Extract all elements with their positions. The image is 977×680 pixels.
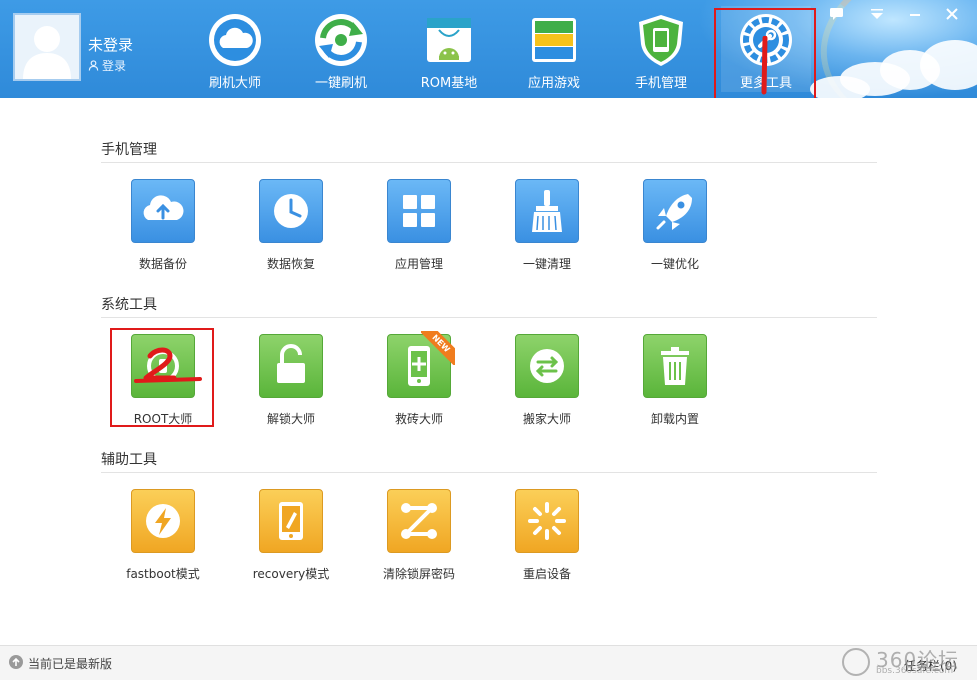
top-header: 未登录 登录 刷机大师 一键刷机 ROM基地 应用游戏 手机管理 xyxy=(0,0,977,98)
tool-data-restore[interactable]: 数据恢复 xyxy=(241,179,341,285)
tool-icon-tile xyxy=(515,489,579,553)
tool-brick-rescue[interactable]: NEW 救砖大师 xyxy=(369,331,469,440)
triangle-down-icon xyxy=(871,9,883,19)
tool-fastboot-mode[interactable]: fastboot模式 xyxy=(113,489,213,595)
phone-shield-icon xyxy=(639,15,683,66)
tool-icon-tile xyxy=(131,489,195,553)
section-divider xyxy=(101,162,877,163)
nav-one-click-flash[interactable]: 一键刷机 xyxy=(296,12,386,92)
tool-reboot-device[interactable]: 重启设备 xyxy=(497,489,597,595)
broom-icon xyxy=(532,190,562,232)
task-bar-link[interactable]: 任务栏(0) xyxy=(904,657,957,674)
close-icon xyxy=(946,8,958,20)
tool-recovery-mode[interactable]: recovery模式 xyxy=(241,489,341,595)
tool-label: 数据恢复 xyxy=(266,257,315,271)
unlock-icon xyxy=(277,344,305,383)
tool-uninstall-builtin[interactable]: 卸载内置 xyxy=(625,334,725,440)
tool-data-backup[interactable]: 数据备份 xyxy=(113,179,213,285)
nav-label: 刷机大师 xyxy=(208,76,261,91)
lightning-icon xyxy=(146,504,180,538)
clock-icon xyxy=(274,194,308,228)
annotation-mark-1 xyxy=(761,36,768,95)
tool-icon-tile xyxy=(643,334,707,398)
nav-label: 手机管理 xyxy=(634,76,687,91)
status-bar: 当前已是最新版 任务栏(0) xyxy=(0,645,977,680)
tool-label: 卸载内置 xyxy=(650,412,699,426)
section-title-system-tools: 系统工具 xyxy=(101,297,157,313)
update-status-text: 当前已是最新版 xyxy=(28,657,113,671)
section-title-aux-tools: 辅助工具 xyxy=(101,452,157,468)
login-link[interactable]: 登录 xyxy=(88,57,126,74)
new-badge: NEW xyxy=(421,331,455,365)
cloud-icon xyxy=(209,14,261,66)
new-badge-text: NEW xyxy=(421,331,455,365)
tool-label: 一键优化 xyxy=(650,257,699,271)
section-title-phone-manage: 手机管理 xyxy=(101,142,157,158)
tool-unlock-master[interactable]: 解锁大师 xyxy=(241,334,341,440)
chat-bubble-icon xyxy=(830,8,843,20)
section-divider xyxy=(101,472,877,473)
minimize-button[interactable] xyxy=(904,5,926,23)
transfer-arrows-icon xyxy=(530,349,564,383)
tool-label: 一键清理 xyxy=(522,257,571,271)
nav-phone-manage[interactable]: 手机管理 xyxy=(616,12,706,92)
rocket-icon xyxy=(656,194,692,230)
feedback-button[interactable] xyxy=(826,5,848,23)
close-button[interactable] xyxy=(941,5,963,23)
android-bag-icon xyxy=(427,18,471,62)
tool-app-manage[interactable]: 应用管理 xyxy=(369,179,469,285)
tool-label: fastboot模式 xyxy=(126,567,200,581)
tool-label: 清除锁屏密码 xyxy=(382,567,455,581)
tool-one-click-clean[interactable]: 一键清理 xyxy=(497,179,597,285)
annotation-mark-2 xyxy=(134,347,202,383)
cloud-upload-icon xyxy=(143,195,184,220)
tool-clear-lock-password[interactable]: 清除锁屏密码 xyxy=(369,489,469,595)
tool-icon-tile xyxy=(515,179,579,243)
trash-icon xyxy=(661,347,689,385)
tool-label: 搬家大师 xyxy=(522,412,571,426)
spinner-icon xyxy=(528,502,566,540)
nav-apps-games[interactable]: 应用游戏 xyxy=(509,12,599,92)
nav-label: ROM基地 xyxy=(420,76,478,91)
tool-icon-tile xyxy=(259,179,323,243)
nav-label: 一键刷机 xyxy=(314,76,367,91)
app-stack-icon xyxy=(532,18,576,62)
tool-icon-tile xyxy=(643,179,707,243)
pattern-lock-icon xyxy=(401,503,437,539)
nav-flash-master[interactable]: 刷机大师 xyxy=(190,12,280,92)
menu-button[interactable] xyxy=(866,5,888,23)
update-info-icon xyxy=(9,655,23,669)
tool-label: 救砖大师 xyxy=(394,412,443,426)
tool-icon-tile xyxy=(259,489,323,553)
avatar[interactable] xyxy=(13,13,81,81)
tool-label: 解锁大师 xyxy=(266,412,315,426)
refresh-arrows-icon xyxy=(315,14,367,66)
tool-icon-tile xyxy=(131,179,195,243)
nav-label: 应用游戏 xyxy=(527,76,580,91)
cloud-decoration xyxy=(810,76,870,98)
tool-label: 重启设备 xyxy=(522,567,571,581)
login-label: 登录 xyxy=(102,59,127,73)
tool-label: 数据备份 xyxy=(138,257,187,271)
app-grid-icon xyxy=(403,195,435,227)
tool-move-master[interactable]: 搬家大师 xyxy=(497,334,597,440)
tool-label: ROOT大师 xyxy=(133,412,193,426)
tool-icon-tile xyxy=(387,489,451,553)
tool-label: 应用管理 xyxy=(394,257,443,271)
person-icon xyxy=(88,60,99,71)
tool-icon-tile xyxy=(515,334,579,398)
nav-rom-base[interactable]: ROM基地 xyxy=(404,12,494,92)
tool-icon-tile xyxy=(259,334,323,398)
tool-icon-tile xyxy=(387,179,451,243)
minimize-icon xyxy=(910,14,920,16)
section-divider xyxy=(101,317,877,318)
default-user-icon xyxy=(23,26,71,79)
user-name: 未登录 xyxy=(88,36,134,54)
phone-pen-icon xyxy=(279,502,303,540)
tool-label: recovery模式 xyxy=(252,567,330,581)
tool-one-click-optimize[interactable]: 一键优化 xyxy=(625,179,725,285)
